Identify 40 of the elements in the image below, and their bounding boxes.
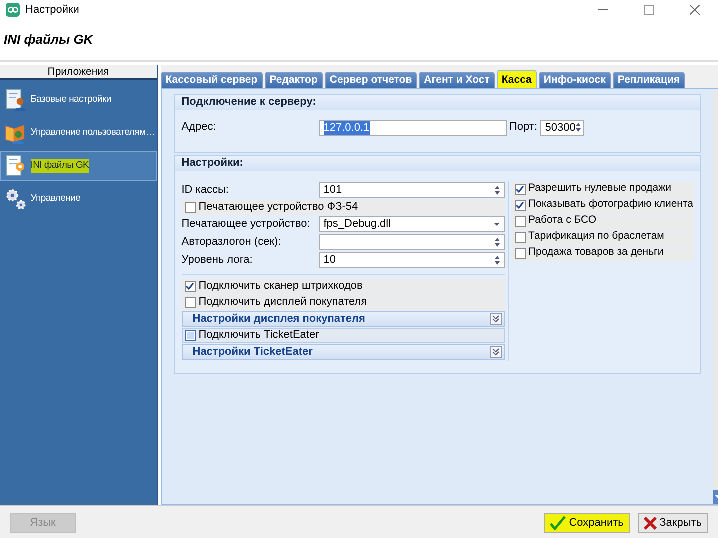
field-label: Адрес: (182, 120, 218, 136)
window-title: Настройки (26, 2, 80, 18)
sidebar-item[interactable]: Управление (0, 184, 157, 214)
checkbox-label: Подключить TicketEater (198, 328, 320, 343)
address-field[interactable]: 127.0.0.1 (318, 120, 507, 136)
field-label: ID кассы: (182, 183, 230, 198)
group-title: Настройки: (174, 156, 700, 171)
checkbox-label: Продажа товаров за деньги (528, 245, 664, 260)
close-button[interactable]: Закрыть (638, 513, 708, 534)
checkbox-label: Показывать фотографию клиента (528, 197, 694, 212)
checkbox-label: Печатающее устройство ФЗ-54 (198, 200, 358, 215)
dropdown-field[interactable]: fps_Debug.dll (318, 216, 505, 232)
sidebar-title: Приложения (0, 64, 157, 80)
port-field[interactable]: 50300 (540, 120, 584, 136)
spin-field[interactable]: 101 (318, 182, 505, 198)
checkbox-label: Подключить дисплей покупателя (198, 295, 368, 310)
checkbox-label: Разрешить нулевые продажи (528, 181, 672, 196)
checkbox-label: Работа с БСО (528, 213, 597, 228)
tab[interactable]: Касса (496, 70, 537, 88)
section-header[interactable]: Настройки TicketEater (182, 344, 505, 360)
tab[interactable]: Сервер отчетов (324, 72, 418, 88)
tab[interactable]: Кассовый сервер (160, 72, 263, 88)
tab[interactable]: Агент и Хост (419, 72, 495, 88)
field-label: Авторазлогон (сек): (182, 235, 282, 250)
sidebar-item[interactable]: Управление пользователям… (0, 118, 157, 148)
sidebar-item[interactable]: INI файлы GK (0, 151, 157, 182)
field-label: Печатающее устройство: (182, 217, 312, 232)
page-title: INI файлы GK (4, 31, 94, 50)
checkbox-label: Тарификация по браслетам (528, 229, 664, 244)
group-title: Подключение к серверу: (174, 95, 700, 110)
tab[interactable]: Инфо-киоск (538, 72, 611, 88)
spin-field[interactable]: 10 (318, 252, 505, 268)
sidebar-item[interactable]: Базовые настройки (0, 85, 157, 116)
checkbox-label: Подключить сканер штрихкодов (198, 279, 363, 294)
field-label: Порт: (510, 120, 538, 136)
save-button[interactable]: Сохранить (544, 513, 630, 534)
tab[interactable]: Репликация (612, 72, 686, 88)
field-label: Уровень лога: (182, 253, 254, 268)
tab[interactable]: Редактор (264, 72, 323, 88)
section-header[interactable]: Настройки дисплея покупателя (182, 310, 505, 327)
